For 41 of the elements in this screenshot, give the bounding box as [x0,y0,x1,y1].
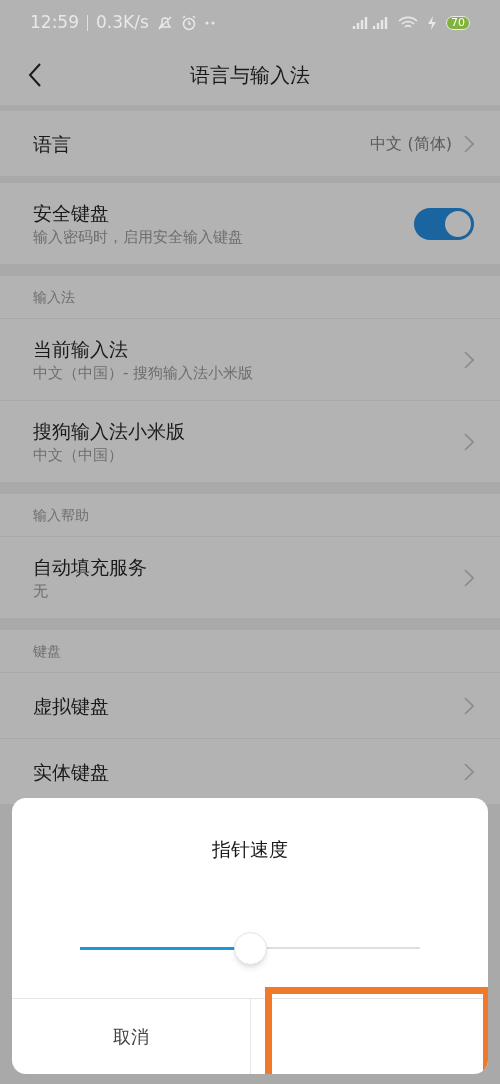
back-icon[interactable] [28,63,42,87]
row-title: 实体键盘 [33,759,110,785]
chevron-right-icon [464,696,474,715]
settings-row[interactable]: 实体键盘 [0,738,500,804]
chevron-right-icon [464,568,474,587]
signal-icon [352,15,390,30]
alarm-icon [180,14,197,31]
row-title: 搜狗输入法小米版 [33,418,186,444]
row-subtitle: 中文（中国）- 搜狗输入法小米版 [33,362,255,384]
settings-row[interactable]: 自动填充服务 无 [0,536,500,618]
row-title: 语言 [33,131,72,157]
slider[interactable] [80,931,420,965]
section-heading: 键盘 [33,641,61,661]
charging-icon [426,15,438,30]
row-title: 自动填充服务 [33,554,148,580]
row-title: 安全键盘 [33,200,110,226]
section-heading: 输入帮助 [33,505,89,525]
settings-row[interactable]: 语言 中文 (简体) [0,110,500,176]
row-subtitle: 中文（中国） [33,444,124,466]
chevron-right-icon [464,134,474,153]
chevron-right-icon [464,432,474,451]
chevron-right-icon [464,762,474,781]
settings-row[interactable]: 虚拟键盘 [0,672,500,738]
dialog-title: 指针速度 [212,836,288,862]
row-subtitle: 输入密码时，启用安全输入键盘 [33,226,244,248]
row-value: 中文 (简体) [370,132,452,155]
battery-indicator: 70 [446,15,470,30]
row-subtitle: 无 [33,580,49,602]
settings-row[interactable]: 安全键盘 输入密码时，启用安全输入键盘 [0,182,500,264]
settings-row[interactable]: 当前输入法 中文（中国）- 搜狗输入法小米版 [0,318,500,400]
settings-row[interactable]: 搜狗输入法小米版 中文（中国） [0,400,500,482]
toggle-switch[interactable] [414,207,474,240]
row-title: 虚拟键盘 [33,693,110,719]
wifi-icon [398,15,418,30]
chevron-right-icon [464,350,474,369]
more-dots-icon [204,20,215,25]
page-title: 语言与输入法 [189,62,311,89]
section-heading: 输入法 [33,287,75,307]
cancel-button[interactable]: 取消 [12,999,250,1074]
row-title: 当前输入法 [33,336,129,362]
bell-off-icon [156,14,173,31]
